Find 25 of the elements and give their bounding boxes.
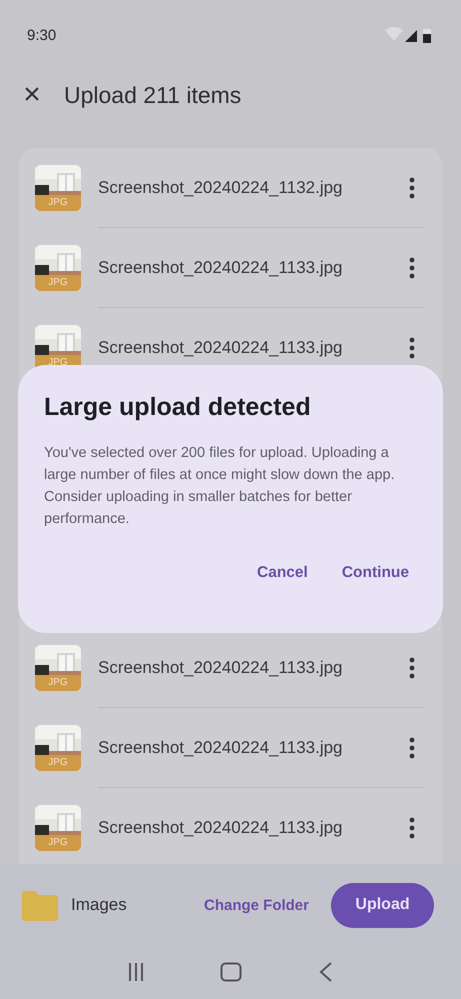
status-time: 9:30 (27, 26, 56, 44)
status-icons (385, 27, 431, 43)
file-type-badge: JPG (35, 835, 81, 851)
file-name: Screenshot_20240224_1133.jpg (98, 338, 344, 358)
dialog-action-button[interactable]: Cancel (249, 558, 316, 588)
file-type-badge: JPG (35, 275, 81, 291)
file-name: Screenshot_20240224_1133.jpg (98, 258, 344, 278)
close-button[interactable]: × (20, 80, 44, 110)
file-type-badge: JPG (35, 195, 81, 211)
file-name: Screenshot_20240224_1133.jpg (98, 738, 344, 758)
dialog-action-button[interactable]: Continue (334, 558, 417, 588)
file-type-badge: JPG (35, 675, 81, 691)
file-name: Screenshot_20240224_1133.jpg (98, 818, 344, 838)
dialog-title: Large upload detected (44, 393, 312, 422)
file-type-badge: JPG (35, 755, 81, 771)
back-icon[interactable] (318, 961, 333, 983)
folder-name: Images (71, 895, 128, 915)
file-name: Screenshot_20240224_1132.jpg (98, 178, 344, 198)
home-icon[interactable] (220, 962, 242, 982)
upload-button[interactable]: Upload (331, 882, 434, 928)
dialog-message: You've selected over 200 files for upload. Uploading a large number of files at once might slow down the app. Consider uploading in smaller batches for better performance. (44, 444, 396, 529)
file-name: Screenshot_20240224_1133.jpg (98, 658, 344, 678)
screen-title: Upload 211 items (64, 82, 242, 108)
recents-icon[interactable] (128, 962, 144, 982)
change-folder-button[interactable]: Change Folder (200, 890, 313, 920)
